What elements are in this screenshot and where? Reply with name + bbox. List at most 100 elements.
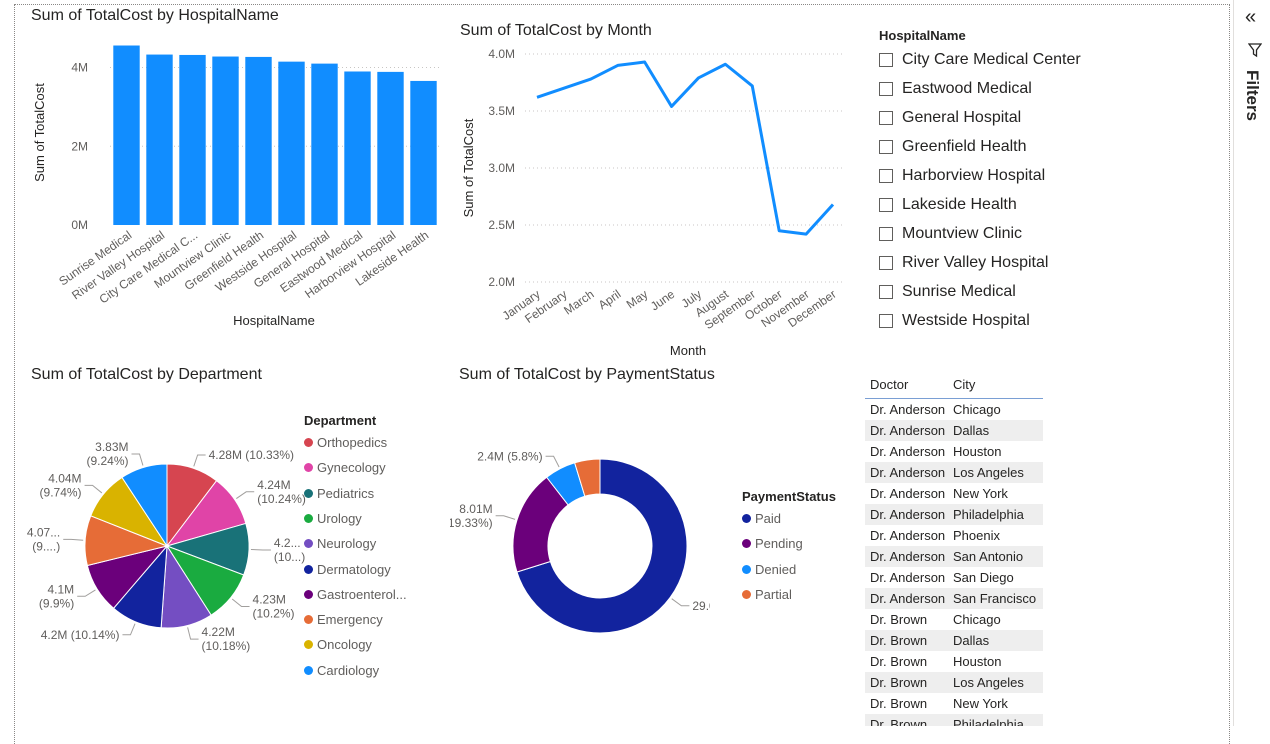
legend-item[interactable]: Neurology (304, 536, 376, 551)
slicer-item[interactable]: River Valley Hospital (879, 254, 1048, 272)
slicer-item-label: Harborview Hospital (902, 167, 1045, 185)
legend-label: Orthopedics (317, 435, 387, 450)
slicer-item[interactable]: Harborview Hospital (879, 167, 1045, 185)
pie-chart[interactable]: 4.28M (10.33%)4.24M(10.24%)4.2...(10...)… (20, 390, 310, 670)
bar-y-tick-label: 2M (71, 139, 88, 153)
legend-label: Urology (317, 511, 362, 526)
table-row[interactable]: Dr. BrownHouston (865, 651, 1043, 672)
bar[interactable] (344, 71, 370, 225)
legend-marker (304, 539, 313, 548)
checkbox[interactable] (879, 256, 893, 270)
line-chart[interactable]: 2.0M2.5M3.0M3.5M4.0MJanuaryFebruaryMarch… (455, 42, 855, 362)
cell-city: Dallas (953, 423, 1043, 438)
slicer-item[interactable]: Sunrise Medical (879, 283, 1016, 301)
table-row[interactable]: Dr. BrownPhiladelphia (865, 714, 1043, 726)
donut-chart[interactable]: 29.08M (70.16%)8.01M(19.33%)2.4M (5.8%) (450, 440, 710, 670)
bar[interactable] (377, 72, 403, 225)
slicer-item[interactable]: General Hospital (879, 109, 1021, 127)
slicer-item[interactable]: Lakeside Health (879, 196, 1017, 214)
table-row[interactable]: Dr. AndersonDallas (865, 420, 1043, 441)
slicer-item-label: City Care Medical Center (902, 51, 1081, 69)
checkbox[interactable] (879, 314, 893, 328)
bar-chart[interactable]: 0M2M4MSunrise MedicalRiver Valley Hospit… (20, 30, 450, 340)
bar[interactable] (179, 55, 205, 225)
bar[interactable] (311, 64, 337, 225)
checkbox[interactable] (879, 227, 893, 241)
slicer-item[interactable]: Mountview Clinic (879, 225, 1022, 243)
legend-item[interactable]: Cardiology (304, 663, 379, 678)
legend-item[interactable]: Paid (742, 511, 781, 526)
column-header-city[interactable]: City (953, 377, 1043, 392)
slicer-item[interactable]: Eastwood Medical (879, 80, 1032, 98)
filters-pane-label[interactable]: Filters (1242, 70, 1262, 121)
table-row[interactable]: Dr. AndersonPhiladelphia (865, 504, 1043, 525)
line-series[interactable] (537, 62, 833, 234)
legend-item[interactable]: Dermatology (304, 562, 391, 577)
legend-marker (304, 463, 313, 472)
table-row[interactable]: Dr. AndersonNew York (865, 483, 1043, 504)
cell-city: Houston (953, 444, 1043, 459)
slicer-item[interactable]: Westside Hospital (879, 312, 1030, 330)
legend-label: Dermatology (317, 562, 391, 577)
double-chevron-left-icon[interactable]: « (1245, 6, 1256, 29)
pie-leader-line (236, 492, 254, 499)
bar[interactable] (410, 81, 436, 225)
table-row[interactable]: Dr. BrownNew York (865, 693, 1043, 714)
legend-item[interactable]: Oncology (304, 637, 372, 652)
checkbox[interactable] (879, 285, 893, 299)
slicer-item-label: Eastwood Medical (902, 80, 1032, 98)
donut-leader-line (546, 456, 560, 467)
checkbox[interactable] (879, 198, 893, 212)
table-row[interactable]: Dr. AndersonPhoenix (865, 525, 1043, 546)
bar[interactable] (245, 57, 271, 225)
doctor-city-table[interactable]: Doctor City Dr. AndersonChicagoDr. Ander… (865, 370, 1043, 726)
checkbox[interactable] (879, 53, 893, 67)
checkbox[interactable] (879, 111, 893, 125)
legend-item[interactable]: Pediatrics (304, 486, 374, 501)
legend-item[interactable]: Emergency (304, 612, 383, 627)
checkbox[interactable] (879, 140, 893, 154)
legend-label: Partial (755, 587, 792, 602)
line-x-tick-label: April (596, 287, 624, 312)
table-row[interactable]: Dr. AndersonChicago (865, 399, 1043, 420)
legend-label: Pediatrics (317, 486, 374, 501)
legend-item[interactable]: Partial (742, 587, 792, 602)
slicer-item[interactable]: Greenfield Health (879, 138, 1027, 156)
table-row[interactable]: Dr. BrownChicago (865, 609, 1043, 630)
checkbox[interactable] (879, 169, 893, 183)
cell-city: Chicago (953, 612, 1043, 627)
legend-marker (304, 438, 313, 447)
pie-legend-title: Department (304, 413, 376, 428)
bar[interactable] (113, 46, 139, 225)
slicer-item[interactable]: City Care Medical Center (879, 51, 1081, 69)
legend-item[interactable]: Denied (742, 562, 796, 577)
table-row[interactable]: Dr. AndersonSan Antonio (865, 546, 1043, 567)
legend-item[interactable]: Orthopedics (304, 435, 387, 450)
slicer-item-label: Greenfield Health (902, 138, 1027, 156)
legend-label: Denied (755, 562, 796, 577)
bar[interactable] (278, 62, 304, 225)
bar[interactable] (212, 57, 238, 225)
cell-doctor: Dr. Anderson (865, 486, 953, 501)
legend-marker (304, 590, 313, 599)
table-row[interactable]: Dr. AndersonHouston (865, 441, 1043, 462)
legend-item[interactable]: Urology (304, 511, 362, 526)
filter-icon[interactable] (1248, 42, 1262, 58)
donut-data-label: 2.4M (5.8%) (477, 449, 542, 463)
report-canvas: Sum of TotalCost by HospitalName 0M2M4MS… (0, 0, 1270, 726)
table-row[interactable]: Dr. BrownLos Angeles (865, 672, 1043, 693)
bar[interactable] (146, 55, 172, 225)
column-header-doctor[interactable]: Doctor (865, 377, 953, 392)
legend-label: Paid (755, 511, 781, 526)
slicer-item-label: Lakeside Health (902, 196, 1017, 214)
legend-item[interactable]: Gastroenterol... (304, 587, 407, 602)
checkbox[interactable] (879, 82, 893, 96)
table-row[interactable]: Dr. AndersonSan Diego (865, 567, 1043, 588)
pie-data-label: 4.28M (10.33%) (209, 448, 294, 462)
table-row[interactable]: Dr. AndersonSan Francisco (865, 588, 1043, 609)
table-row[interactable]: Dr. BrownDallas (865, 630, 1043, 651)
legend-item[interactable]: Gynecology (304, 460, 386, 475)
cell-city: Dallas (953, 633, 1043, 648)
legend-item[interactable]: Pending (742, 536, 803, 551)
table-row[interactable]: Dr. AndersonLos Angeles (865, 462, 1043, 483)
